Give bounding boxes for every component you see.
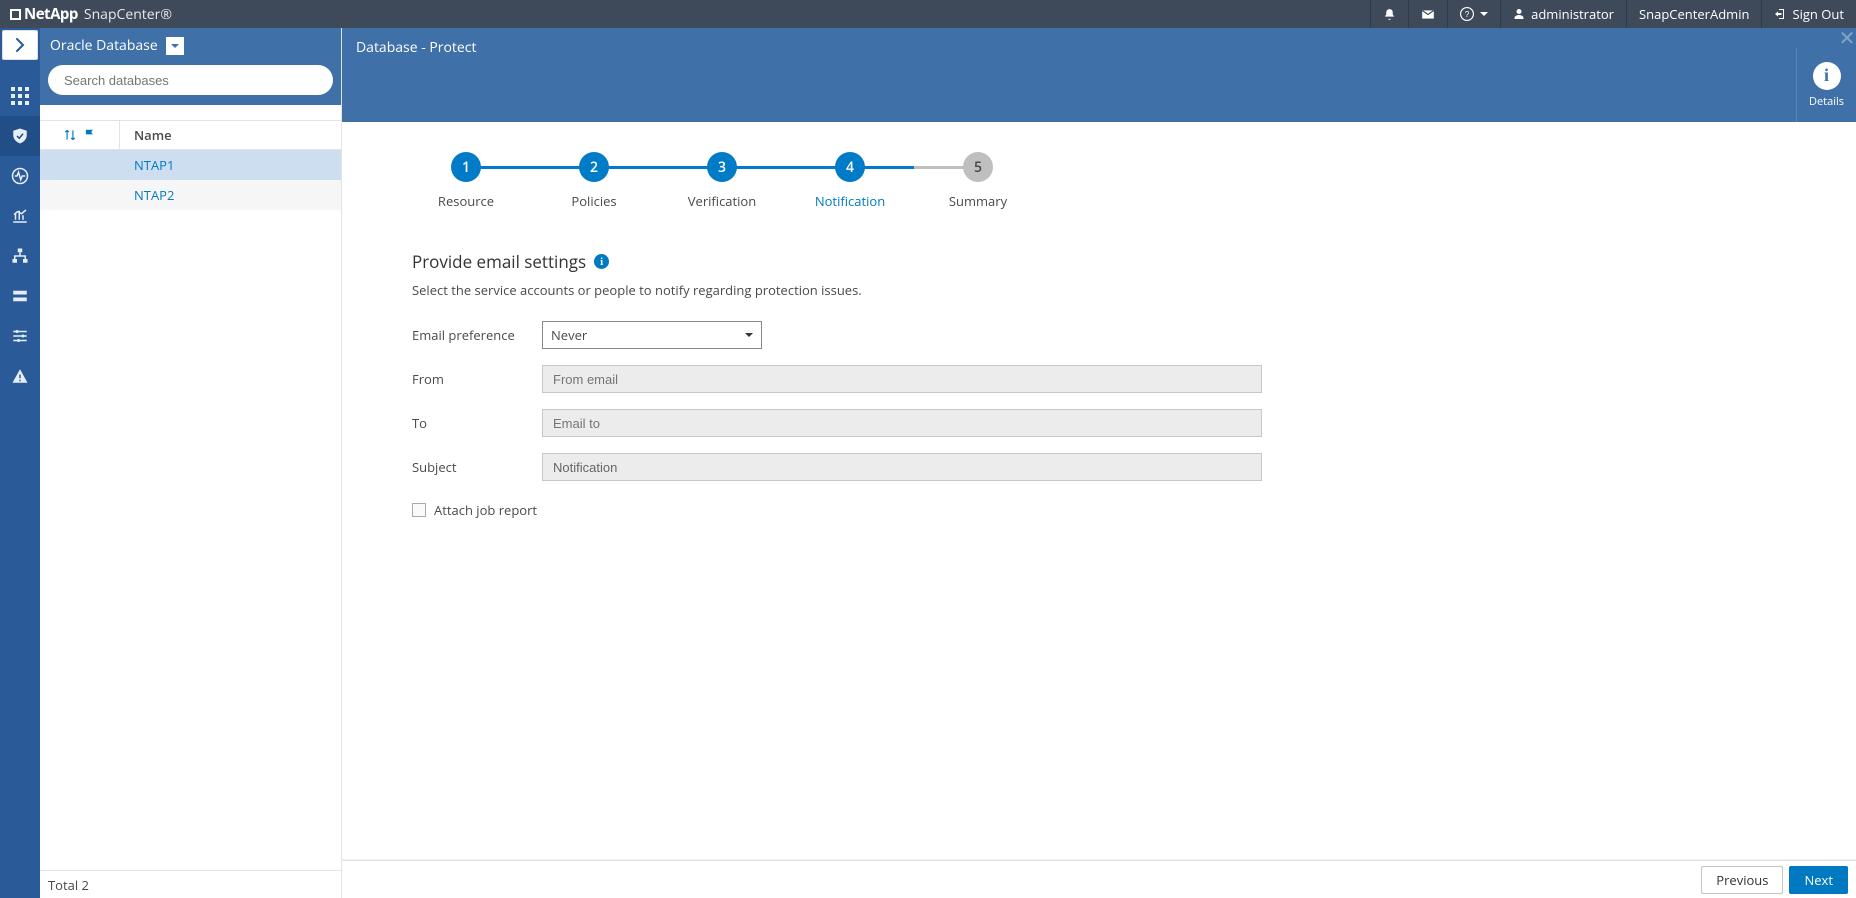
role-label[interactable]: SnapCenterAdmin [1626,0,1761,28]
sort-icon[interactable] [63,128,77,142]
nav-dashboard[interactable] [0,76,40,116]
search-input[interactable] [62,72,319,89]
user-name: administrator [1531,5,1614,23]
hierarchy-icon [11,247,29,265]
nav-resources[interactable] [0,116,40,156]
mail-icon [1421,9,1435,20]
brand-block: NetApp SnapCenter® [0,4,172,24]
from-input[interactable] [542,365,1262,393]
chart-icon [11,207,29,225]
resource-type-label: Oracle Database [50,36,158,55]
email-pref-value: Never [551,326,587,344]
role-name: SnapCenterAdmin [1639,5,1749,23]
messages-button[interactable] [1408,0,1447,28]
step-label: Notification [815,192,885,210]
resource-type-dropdown[interactable] [166,37,184,55]
shield-check-icon [11,127,29,145]
email-pref-dropdown[interactable]: Never [542,321,762,349]
subject-input[interactable] [542,453,1262,481]
step-summary[interactable]: 5 Summary [914,152,1042,210]
signout-label: Sign Out [1792,5,1844,23]
step-notification[interactable]: 4 Notification [786,152,914,210]
nav-monitor[interactable] [0,156,40,196]
table-row[interactable]: NTAP2 [40,180,341,210]
nav-strip [0,28,40,898]
step-label: Policies [571,192,616,210]
notifications-button[interactable] [1370,0,1408,28]
step-number: 4 [835,152,865,182]
page-title: Database - Protect [342,28,476,122]
list-footer-total: Total 2 [40,870,341,898]
topbar: NetApp SnapCenter® ? administrator SnapC… [0,0,1856,28]
nav-expand-button[interactable] [2,30,38,60]
row-name: NTAP2 [120,186,174,204]
sliders-icon [11,327,29,345]
wizard-footer: Previous Next [342,860,1856,898]
from-label: From [412,370,542,388]
chevron-right-icon [15,38,25,52]
step-number: 3 [707,152,737,182]
chevron-down-icon [171,44,179,48]
email-settings-form: Provide email settings i Select the serv… [412,250,1312,519]
nav-alerts[interactable] [0,356,40,396]
brand-company: NetApp [24,4,78,24]
activity-icon [11,167,29,185]
flag-icon[interactable] [83,128,97,142]
details-label: Details [1809,94,1844,109]
step-number: 2 [579,152,609,182]
step-label: Summary [949,192,1007,210]
main-panel: Database - Protect i Details ✕ 1 Resourc… [342,28,1856,898]
subject-label: Subject [412,458,542,476]
attach-report-label: Attach job report [434,501,537,519]
previous-button[interactable]: Previous [1701,866,1783,894]
step-verification[interactable]: 3 Verification [658,152,786,210]
nav-settings[interactable] [0,316,40,356]
nav-hosts[interactable] [0,236,40,276]
details-button[interactable]: i Details [1796,48,1856,122]
signout-icon [1774,8,1786,20]
help-icon: ? [1460,7,1474,21]
form-title: Provide email settings [412,250,586,273]
step-label: Verification [688,192,756,210]
help-dropdown[interactable]: ? [1447,0,1500,28]
to-label: To [412,414,542,432]
netapp-logo: NetApp [10,4,78,24]
step-resource[interactable]: 1 Resource [402,152,530,210]
nav-storage[interactable] [0,276,40,316]
step-number: 1 [451,152,481,182]
bell-icon [1383,8,1396,21]
close-button[interactable]: ✕ [1838,28,1856,46]
info-icon[interactable]: i [594,254,609,269]
netapp-logo-icon [10,9,21,20]
nav-reports[interactable] [0,196,40,236]
resource-list-panel: Oracle Database Name NTAP1 [40,28,342,898]
storage-icon [11,287,29,305]
resource-rows: NTAP1 NTAP2 [40,150,341,870]
grid-icon [11,87,29,105]
alert-icon [11,367,29,385]
chevron-down-icon [1480,12,1488,16]
user-icon [1513,8,1525,20]
step-policies[interactable]: 2 Policies [530,152,658,210]
refresh-row [40,105,341,120]
user-menu[interactable]: administrator [1500,0,1626,28]
step-number: 5 [963,152,993,182]
search-input-wrapper[interactable] [48,65,333,95]
info-icon: i [1813,62,1841,90]
email-pref-label: Email preference [412,326,542,344]
row-name: NTAP1 [120,156,174,174]
svg-text:?: ? [1465,10,1470,19]
to-input[interactable] [542,409,1262,437]
product-name: SnapCenter® [84,5,172,24]
wizard-steps: 1 Resource 2 Policies 3 Verification [402,152,1856,210]
form-subtitle: Select the service accounts or people to… [412,281,1312,299]
attach-report-checkbox[interactable] [412,503,426,517]
next-button[interactable]: Next [1789,866,1848,894]
column-name-header[interactable]: Name [120,126,172,144]
step-label: Resource [438,192,494,210]
chevron-down-icon [745,333,753,337]
list-table-header: Name [40,120,341,150]
table-row[interactable]: NTAP1 [40,150,341,180]
